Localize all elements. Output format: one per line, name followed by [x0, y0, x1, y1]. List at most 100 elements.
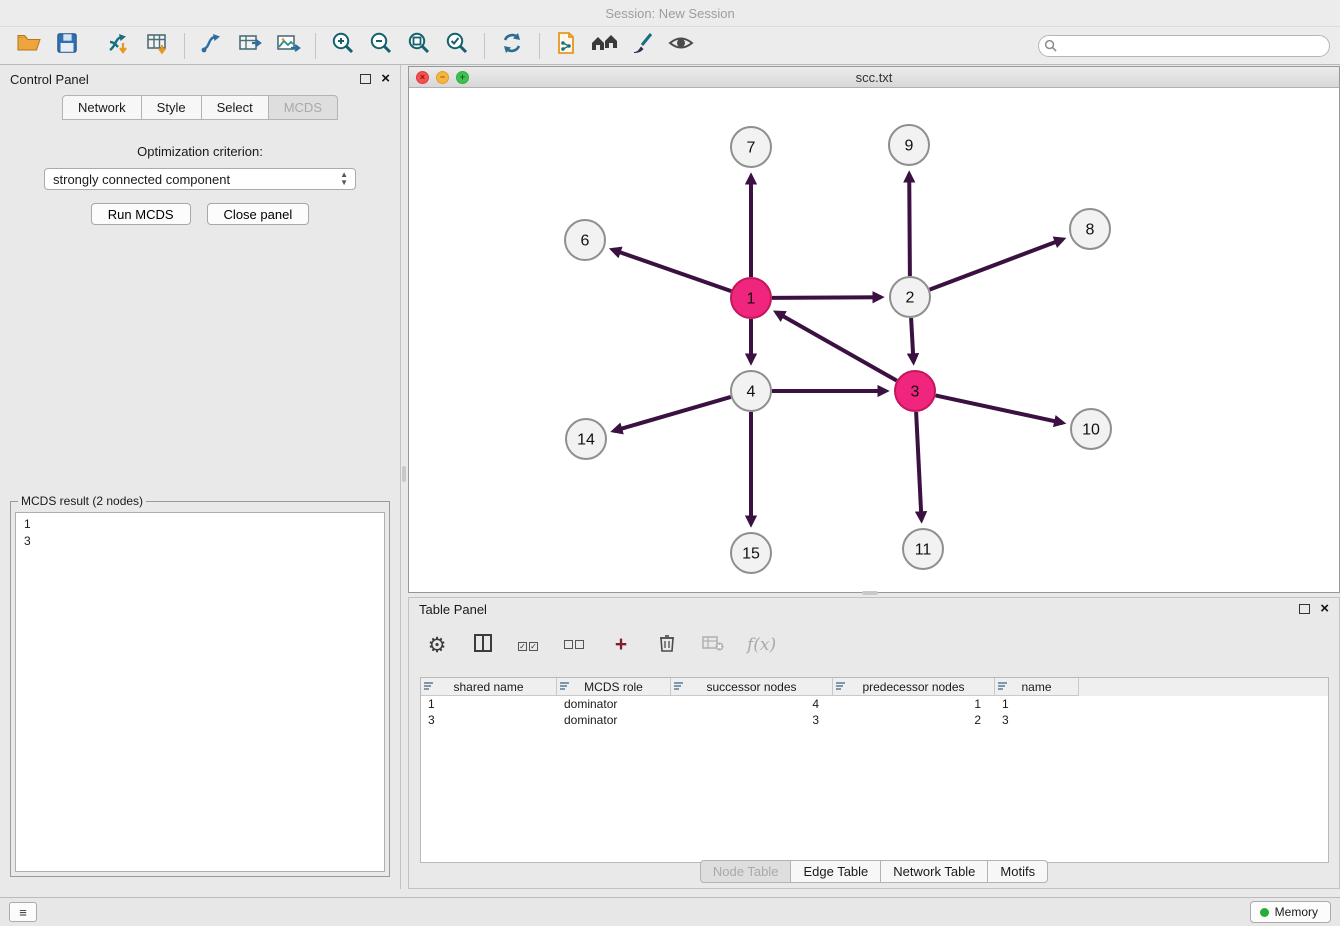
eye-icon — [667, 30, 695, 61]
column-header-mcds-role[interactable]: MCDS role — [557, 678, 671, 696]
columns-icon — [473, 633, 493, 658]
minimize-window-button[interactable]: − — [436, 71, 449, 84]
memory-button[interactable]: Memory — [1250, 901, 1331, 923]
zoom-in-button[interactable] — [324, 30, 362, 62]
tab-network[interactable]: Network — [62, 95, 142, 120]
maximize-window-button[interactable]: + — [456, 71, 469, 84]
close-panel-icon[interactable]: × — [1320, 604, 1329, 614]
float-panel-icon[interactable] — [360, 74, 371, 84]
node-table-header: shared nameMCDS rolesuccessor nodesprede… — [421, 678, 1328, 696]
sort-icon — [560, 682, 570, 692]
run-mcds-button[interactable]: Run MCDS — [91, 203, 191, 225]
edge-1-6[interactable] — [612, 250, 731, 292]
select-all-icon: ✓✓ — [518, 636, 540, 654]
show-hide-button[interactable] — [662, 30, 700, 62]
export-network-button[interactable] — [193, 30, 231, 62]
export-table-button[interactable] — [231, 30, 269, 62]
node-label-8: 8 — [1086, 222, 1095, 239]
tab-mcds[interactable]: MCDS — [269, 95, 338, 120]
table-cell[interactable]: 4 — [671, 696, 833, 712]
control-panel-title: Control Panel — [10, 72, 89, 87]
table-tab-motifs[interactable]: Motifs — [988, 860, 1048, 883]
criterion-select[interactable]: strongly connected component ▲▼ — [44, 168, 356, 190]
panel-splitter-handle[interactable] — [862, 591, 878, 595]
refresh-layout-icon — [499, 30, 525, 61]
table-row[interactable]: 3dominator323 — [421, 712, 1328, 728]
table-tab-network-table[interactable]: Network Table — [881, 860, 988, 883]
node-label-3: 3 — [911, 384, 920, 401]
table-row[interactable]: 1dominator411 — [421, 696, 1328, 712]
table-cell[interactable]: 3 — [995, 712, 1079, 728]
edge-2-3[interactable] — [911, 318, 913, 362]
search-field-wrap — [1038, 35, 1330, 57]
delete-column-button[interactable] — [655, 632, 679, 658]
show-columns-button[interactable] — [471, 632, 495, 658]
node-label-6: 6 — [581, 233, 590, 250]
node-table-body: 1dominator4113dominator323 — [421, 696, 1328, 728]
table-settings-button[interactable]: ⚙ — [425, 632, 449, 658]
table-cell[interactable]: 3 — [671, 712, 833, 728]
zoom-fit-button[interactable] — [400, 30, 438, 62]
zoom-out-button[interactable] — [362, 30, 400, 62]
mcds-result-text[interactable]: 1 3 — [15, 512, 385, 872]
edge-3-10[interactable] — [936, 395, 1063, 423]
column-header-shared-name[interactable]: shared name — [421, 678, 557, 696]
search-input[interactable] — [1038, 35, 1330, 57]
node-label-11: 11 — [915, 542, 932, 559]
edge-1-2[interactable] — [772, 297, 881, 298]
paintbrush-icon — [630, 30, 656, 61]
export-image-button[interactable] — [269, 30, 307, 62]
node-label-4: 4 — [747, 384, 756, 401]
function-builder-button[interactable]: f(x) — [747, 632, 776, 658]
table-cell[interactable]: 1 — [833, 696, 995, 712]
column-header-successor-nodes[interactable]: successor nodes — [671, 678, 833, 696]
column-header-name[interactable]: name — [995, 678, 1079, 696]
open-session-button[interactable] — [10, 30, 48, 62]
table-panel-header: Table Panel × — [409, 598, 1339, 620]
node-label-10: 10 — [1082, 422, 1100, 439]
import-table-file-button[interactable] — [138, 30, 176, 62]
edge-3-11[interactable] — [916, 412, 921, 520]
first-neighbors-button[interactable] — [586, 30, 624, 62]
close-panel-icon[interactable]: × — [381, 74, 390, 84]
apply-layout-button[interactable] — [493, 30, 531, 62]
zoom-selected-icon — [444, 30, 470, 61]
close-panel-button[interactable]: Close panel — [207, 203, 310, 225]
create-column-button[interactable]: + — [609, 632, 633, 658]
control-panel-tabs: NetworkStyleSelectMCDS — [0, 95, 400, 120]
edge-2-8[interactable] — [930, 239, 1063, 289]
sort-icon — [424, 682, 434, 692]
panel-splitter-handle[interactable] — [402, 466, 406, 482]
deselect-all-button[interactable] — [563, 632, 587, 658]
table-tab-edge-table[interactable]: Edge Table — [791, 860, 881, 883]
delete-table-button[interactable] — [701, 632, 725, 658]
edge-2-9[interactable] — [909, 174, 910, 276]
table-cell[interactable]: dominator — [557, 712, 671, 728]
network-canvas[interactable]: 7968124314101511 — [409, 88, 1339, 592]
import-network-file-button[interactable] — [100, 30, 138, 62]
edge-3-1[interactable] — [776, 312, 897, 380]
close-window-button[interactable]: × — [416, 71, 429, 84]
table-cell[interactable]: 2 — [833, 712, 995, 728]
memory-label: Memory — [1275, 905, 1318, 919]
annotation-mode-button[interactable] — [548, 30, 586, 62]
style-brush-button[interactable] — [624, 30, 662, 62]
save-session-button[interactable] — [48, 30, 86, 62]
tab-style[interactable]: Style — [142, 95, 202, 120]
select-all-button[interactable]: ✓✓ — [517, 632, 541, 658]
table-panel: Table Panel × ⚙ ✓✓ + f(x) — [408, 597, 1340, 889]
table-cell[interactable]: 3 — [421, 712, 557, 728]
float-panel-icon[interactable] — [1299, 604, 1310, 614]
trash-icon — [658, 633, 676, 658]
table-tab-node-table[interactable]: Node Table — [700, 860, 792, 883]
tab-select[interactable]: Select — [202, 95, 269, 120]
column-header-predecessor-nodes[interactable]: predecessor nodes — [833, 678, 995, 696]
edge-4-14[interactable] — [614, 397, 731, 431]
network-window-titlebar[interactable]: × − + scc.txt — [409, 67, 1339, 88]
table-cell[interactable]: 1 — [421, 696, 557, 712]
zoom-fit-icon — [406, 30, 432, 61]
zoom-selected-button[interactable] — [438, 30, 476, 62]
table-cell[interactable]: dominator — [557, 696, 671, 712]
task-history-button[interactable]: ≡ — [9, 902, 37, 922]
table-cell[interactable]: 1 — [995, 696, 1079, 712]
